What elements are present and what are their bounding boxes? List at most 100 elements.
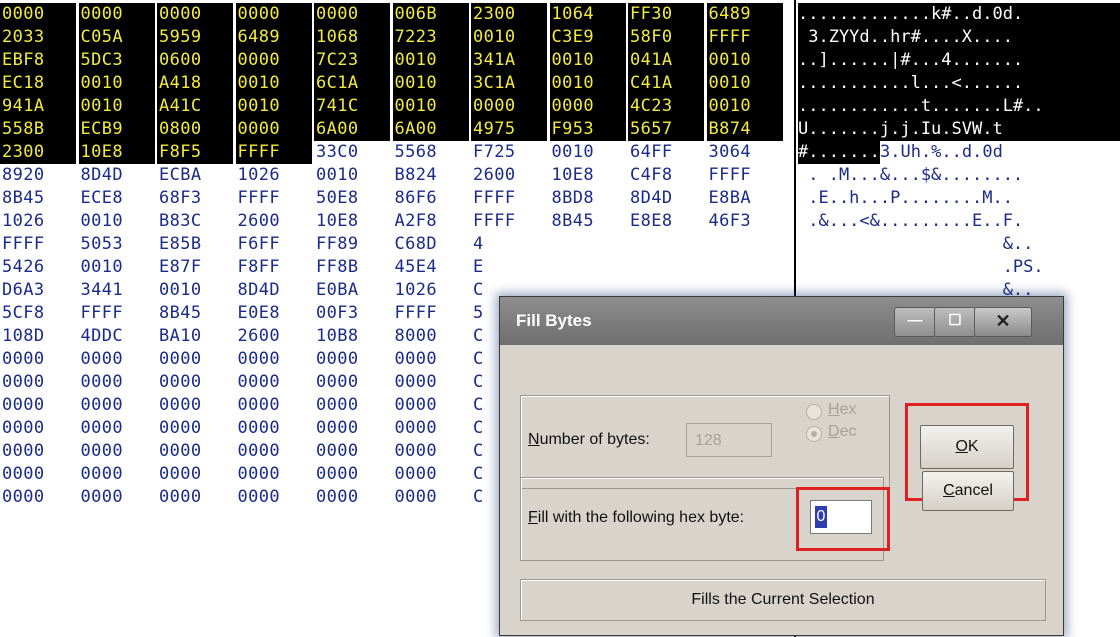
- hex-cell[interactable]: FF89: [314, 233, 390, 256]
- hex-cell[interactable]: B83C: [157, 210, 233, 233]
- hex-cell[interactable]: 0000: [157, 394, 233, 417]
- hex-cell[interactable]: 0000: [157, 3, 233, 26]
- hex-cell[interactable]: 0000: [236, 417, 312, 440]
- hex-cell[interactable]: 8B45: [0, 187, 76, 210]
- hex-cell[interactable]: 3C1A: [471, 72, 547, 95]
- hex-cell[interactable]: 558B: [0, 118, 76, 141]
- ascii-row[interactable]: ...........l...<......: [798, 72, 1120, 95]
- hex-cell[interactable]: 2033: [0, 26, 76, 49]
- hex-cell[interactable]: 5568: [393, 141, 469, 164]
- hex-cell[interactable]: 0000: [79, 486, 155, 509]
- ascii-row[interactable]: ............t.......L#..: [798, 95, 1120, 118]
- hex-cell[interactable]: 1064: [549, 3, 626, 26]
- hex-cell[interactable]: 2600: [471, 164, 547, 187]
- hex-cell[interactable]: 8D4D: [236, 279, 312, 302]
- cancel-button[interactable]: Cancel: [922, 471, 1014, 511]
- hex-cell[interactable]: 0000: [314, 3, 390, 26]
- hex-cell[interactable]: A2F8: [393, 210, 469, 233]
- hex-radio[interactable]: [806, 404, 822, 420]
- hex-cell[interactable]: 0000: [393, 371, 469, 394]
- ascii-row[interactable]: 3.ZYYd..hr#....X....: [798, 26, 1120, 49]
- hex-cell[interactable]: 1068: [314, 26, 390, 49]
- hex-cell[interactable]: 0010: [79, 210, 155, 233]
- hex-cell[interactable]: 0010: [706, 49, 783, 72]
- ascii-row[interactable]: U.......j.j.Iu.SVW.t: [798, 118, 1120, 141]
- hex-cell[interactable]: FFFF: [707, 164, 783, 187]
- hex-cell[interactable]: A418: [157, 72, 233, 95]
- hex-cell[interactable]: 0000: [0, 394, 76, 417]
- hex-cell[interactable]: 0010: [78, 72, 155, 95]
- hex-cell[interactable]: 6C1A: [314, 72, 390, 95]
- hex-cell[interactable]: 45E4: [393, 256, 469, 279]
- ascii-row[interactable]: #....... 3.Uh.%..d.0d: [798, 141, 1120, 164]
- hex-cell[interactable]: 8B45: [157, 302, 233, 325]
- hex-cell[interactable]: 5053: [79, 233, 155, 256]
- hex-cell[interactable]: 0000: [314, 486, 390, 509]
- hex-cell[interactable]: 4: [471, 233, 547, 256]
- close-button[interactable]: ✕: [974, 307, 1032, 337]
- hex-cell[interactable]: 0000: [0, 486, 76, 509]
- dialog-titlebar[interactable]: Fill Bytes — ☐ ✕: [500, 297, 1063, 345]
- ascii-row[interactable]: . .M...&...$&........: [798, 164, 1120, 187]
- hex-cell[interactable]: F6FF: [236, 233, 312, 256]
- hex-cell[interactable]: 0010: [392, 72, 469, 95]
- hex-cell[interactable]: FF8B: [314, 256, 390, 279]
- hex-cell[interactable]: 0000: [314, 371, 390, 394]
- hex-cell[interactable]: 0000: [157, 371, 233, 394]
- hex-cell[interactable]: 6A00: [314, 118, 390, 141]
- hex-cell[interactable]: FFFF: [236, 187, 312, 210]
- hex-cell[interactable]: 0000: [393, 348, 469, 371]
- hex-cell[interactable]: 0000: [0, 440, 76, 463]
- hex-cell[interactable]: 0000: [393, 440, 469, 463]
- hex-cell[interactable]: 5426: [0, 256, 76, 279]
- hex-cell[interactable]: 0000: [236, 348, 312, 371]
- hex-cell[interactable]: 0000: [79, 417, 155, 440]
- hex-cell[interactable]: 1026: [0, 210, 76, 233]
- hex-cell[interactable]: 0000: [471, 95, 547, 118]
- hex-cell[interactable]: 0000: [0, 348, 76, 371]
- dec-radio[interactable]: [806, 426, 822, 442]
- hex-cell[interactable]: 0000: [79, 394, 155, 417]
- hex-cell[interactable]: FFFF: [0, 233, 76, 256]
- hex-cell[interactable]: 86F6: [393, 187, 469, 210]
- hex-cell[interactable]: 0000: [236, 463, 312, 486]
- hex-cell[interactable]: 10E8: [550, 164, 626, 187]
- hex-cell[interactable]: 2300: [0, 141, 76, 164]
- ascii-row[interactable]: &..: [798, 233, 1120, 256]
- hex-cell[interactable]: 7223: [392, 26, 469, 49]
- hex-cell[interactable]: 3064: [707, 141, 783, 164]
- hex-cell[interactable]: FFFF: [393, 302, 469, 325]
- hex-cell[interactable]: FFFF: [79, 302, 155, 325]
- hex-cell[interactable]: 0000: [393, 417, 469, 440]
- hex-cell[interactable]: 108D: [0, 325, 76, 348]
- ascii-row[interactable]: .E..h...P........M..: [798, 187, 1120, 210]
- hex-cell[interactable]: 0000: [314, 440, 390, 463]
- hex-cell[interactable]: FFFF: [471, 187, 547, 210]
- number-of-bytes-input[interactable]: 128: [686, 423, 772, 457]
- hex-cell[interactable]: C05A: [78, 26, 155, 49]
- hex-cell[interactable]: 0000: [79, 371, 155, 394]
- hex-cell[interactable]: 0000: [236, 371, 312, 394]
- hex-cell[interactable]: 0000: [157, 486, 233, 509]
- hex-cell[interactable]: E8E8: [628, 210, 704, 233]
- hex-cell[interactable]: E0E8: [236, 302, 312, 325]
- hex-cell[interactable]: 0000: [0, 3, 76, 26]
- hex-cell[interactable]: 33C0: [314, 141, 390, 164]
- hex-cell[interactable]: 1026: [393, 279, 469, 302]
- hex-cell[interactable]: 4975: [471, 118, 547, 141]
- hex-cell[interactable]: 2600: [236, 325, 312, 348]
- hex-cell[interactable]: 5DC3: [78, 49, 155, 72]
- hex-cell[interactable]: 4DDC: [79, 325, 155, 348]
- hex-cell[interactable]: F725: [471, 141, 547, 164]
- hex-cell[interactable]: 941A: [0, 95, 76, 118]
- hex-cell[interactable]: 0000: [235, 49, 312, 72]
- hex-cell[interactable]: 2300: [471, 3, 547, 26]
- hex-cell[interactable]: 0000: [235, 3, 312, 26]
- maximize-button[interactable]: ☐: [934, 307, 976, 337]
- hex-cell[interactable]: 0010: [235, 72, 312, 95]
- hex-cell[interactable]: 0800: [157, 118, 233, 141]
- hex-cell[interactable]: 0000: [549, 95, 626, 118]
- hex-cell[interactable]: 0000: [236, 394, 312, 417]
- hex-cell[interactable]: FFFF: [235, 141, 312, 164]
- hex-cell[interactable]: 8000: [393, 325, 469, 348]
